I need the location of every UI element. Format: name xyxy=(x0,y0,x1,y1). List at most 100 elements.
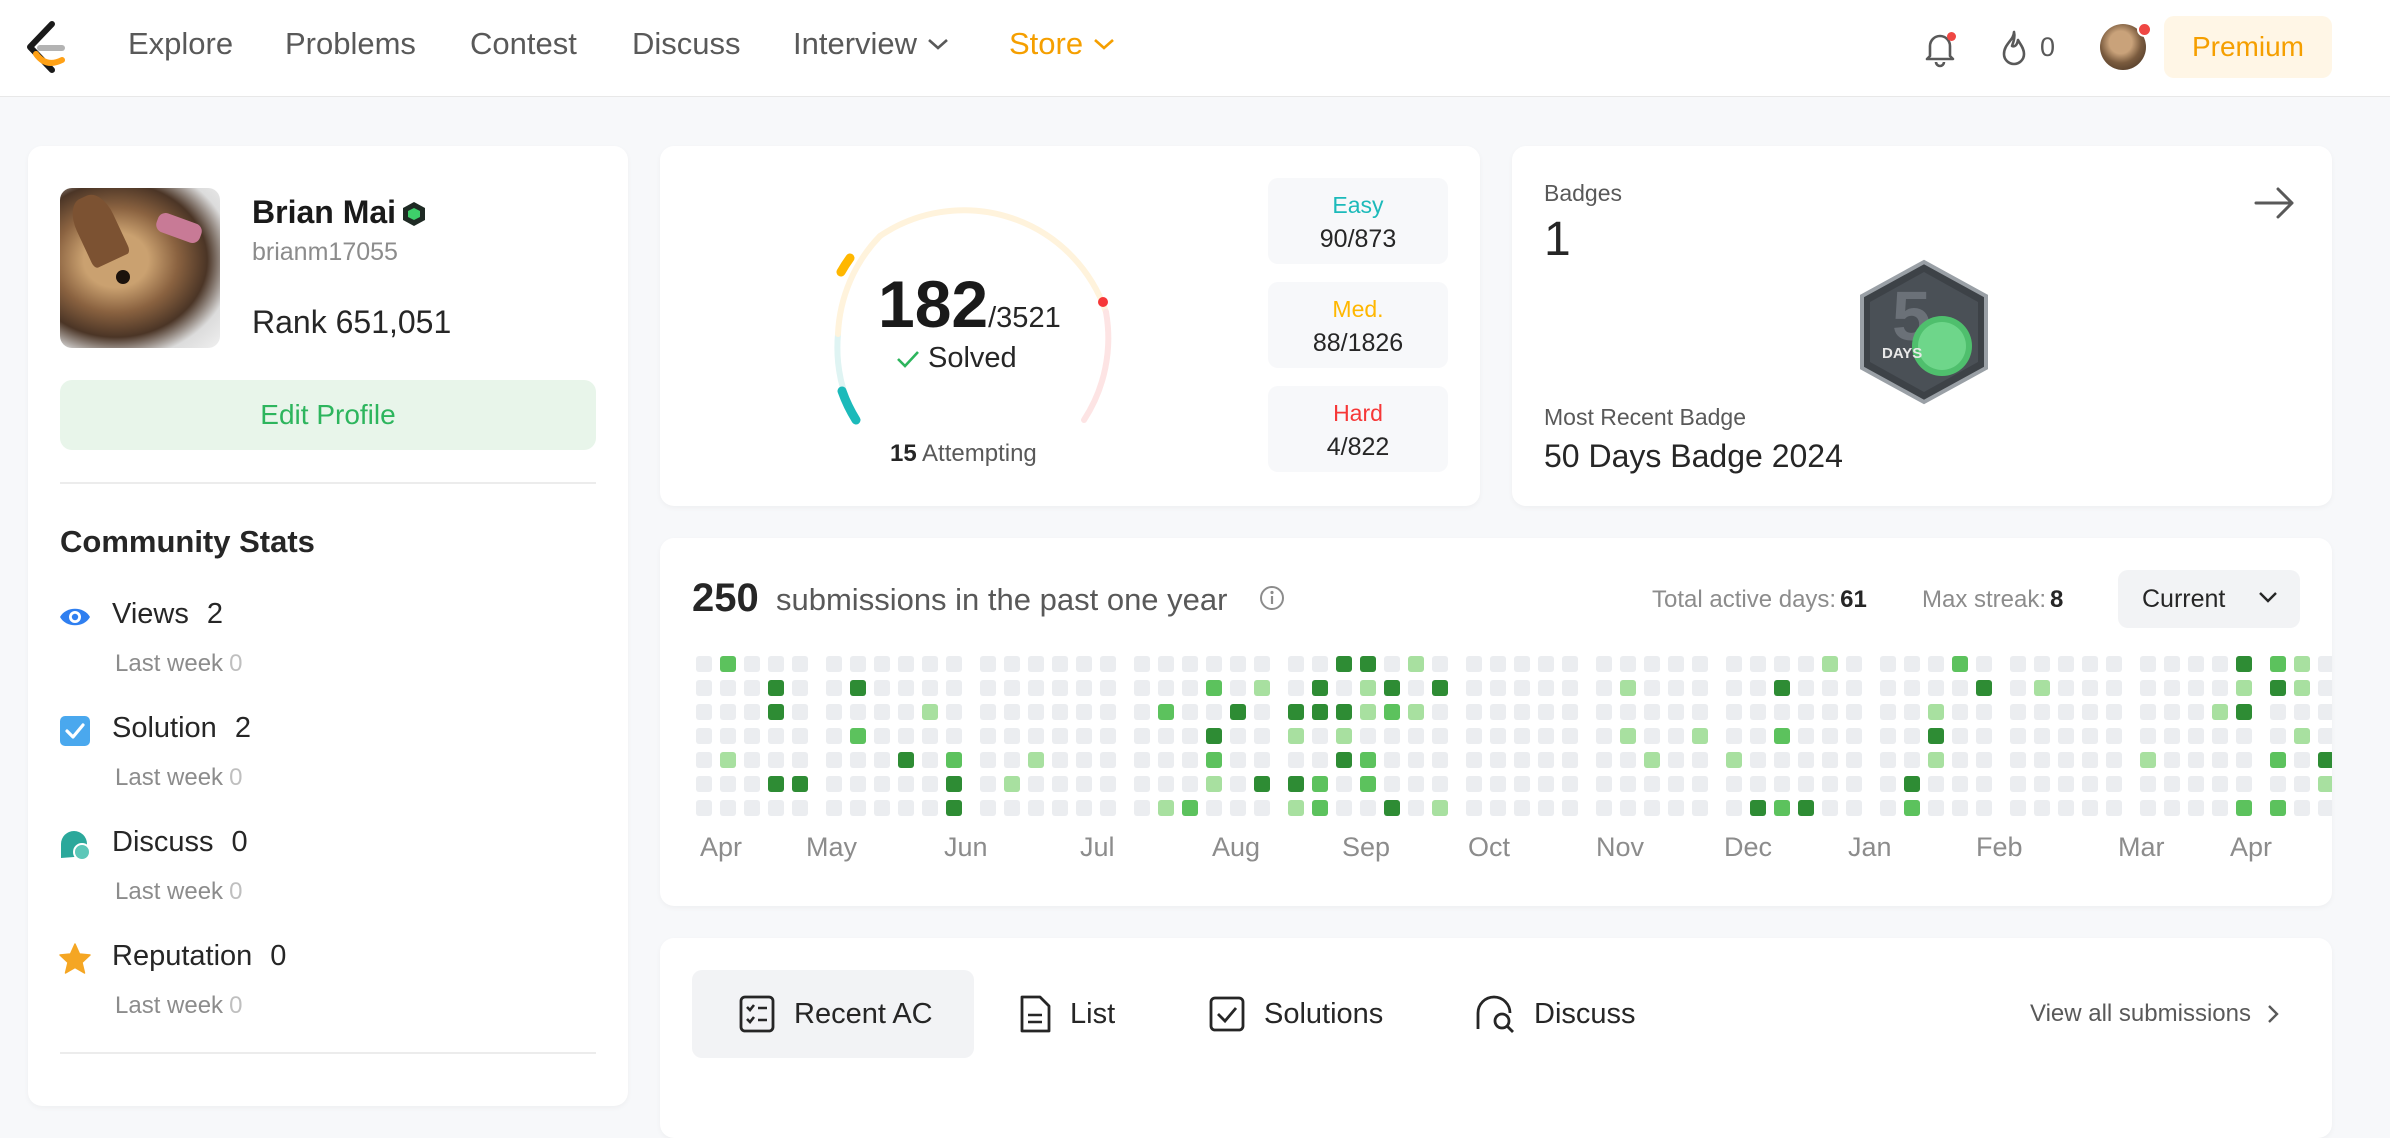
heatmap-cell[interactable] xyxy=(2058,776,2074,792)
heatmap-cell[interactable] xyxy=(874,752,890,768)
heatmap-cell[interactable] xyxy=(2164,728,2180,744)
heatmap-cell[interactable] xyxy=(1134,680,1150,696)
heatmap-cell[interactable] xyxy=(696,704,712,720)
heatmap-cell[interactable] xyxy=(980,728,996,744)
heatmap-cell[interactable] xyxy=(2294,776,2310,792)
heatmap-cell[interactable] xyxy=(1432,656,1448,672)
heatmap-cell[interactable] xyxy=(2106,680,2122,696)
heatmap-cell[interactable] xyxy=(1514,752,1530,768)
heatmap-cell[interactable] xyxy=(2058,752,2074,768)
heatmap-cell[interactable] xyxy=(1726,728,1742,744)
heatmap-cell[interactable] xyxy=(768,728,784,744)
heatmap-cell[interactable] xyxy=(1336,704,1352,720)
heatmap-cell[interactable] xyxy=(898,800,914,816)
heatmap-cell[interactable] xyxy=(1798,656,1814,672)
heatmap-cell[interactable] xyxy=(2188,728,2204,744)
heatmap-cell[interactable] xyxy=(1134,656,1150,672)
heatmap-cell[interactable] xyxy=(792,656,808,672)
heatmap-cell[interactable] xyxy=(2140,800,2156,816)
heatmap-cell[interactable] xyxy=(1312,656,1328,672)
heatmap-cell[interactable] xyxy=(1798,776,1814,792)
heatmap-cell[interactable] xyxy=(2106,752,2122,768)
heatmap-cell[interactable] xyxy=(1644,680,1660,696)
heatmap-cell[interactable] xyxy=(2140,776,2156,792)
heatmap-cell[interactable] xyxy=(1384,656,1400,672)
heatmap-cell[interactable] xyxy=(1028,776,1044,792)
heatmap-cell[interactable] xyxy=(1952,656,1968,672)
heatmap-cell[interactable] xyxy=(792,680,808,696)
heatmap-cell[interactable] xyxy=(1798,680,1814,696)
heatmap-cell[interactable] xyxy=(1904,704,1920,720)
heatmap-cell[interactable] xyxy=(922,680,938,696)
heatmap-cell[interactable] xyxy=(1514,704,1530,720)
heatmap-cell[interactable] xyxy=(826,752,842,768)
heatmap-cell[interactable] xyxy=(1692,776,1708,792)
heatmap-cell[interactable] xyxy=(2188,776,2204,792)
heatmap-cell[interactable] xyxy=(1254,728,1270,744)
heatmap-cell[interactable] xyxy=(744,776,760,792)
heatmap-cell[interactable] xyxy=(1312,776,1328,792)
heatmap-cell[interactable] xyxy=(1692,728,1708,744)
heatmap-cell[interactable] xyxy=(1490,728,1506,744)
heatmap-cell[interactable] xyxy=(1846,704,1862,720)
heatmap-cell[interactable] xyxy=(2010,680,2026,696)
heatmap-cell[interactable] xyxy=(1384,728,1400,744)
heatmap-cell[interactable] xyxy=(720,680,736,696)
heatmap-cell[interactable] xyxy=(720,728,736,744)
heatmap-cell[interactable] xyxy=(1822,680,1838,696)
heatmap-cell[interactable] xyxy=(1134,704,1150,720)
heatmap-cell[interactable] xyxy=(1538,680,1554,696)
heatmap-cell[interactable] xyxy=(1336,656,1352,672)
heatmap-cell[interactable] xyxy=(1336,800,1352,816)
heatmap-cell[interactable] xyxy=(696,680,712,696)
heatmap-cell[interactable] xyxy=(768,656,784,672)
heatmap-cell[interactable] xyxy=(1254,704,1270,720)
heatmap-cell[interactable] xyxy=(696,728,712,744)
heatmap-cell[interactable] xyxy=(1158,752,1174,768)
heatmap-cell[interactable] xyxy=(1100,704,1116,720)
heatmap-cell[interactable] xyxy=(826,680,842,696)
heatmap-cell[interactable] xyxy=(1360,776,1376,792)
heatmap-cell[interactable] xyxy=(1750,776,1766,792)
heatmap-cell[interactable] xyxy=(1798,728,1814,744)
heatmap-cell[interactable] xyxy=(792,704,808,720)
heatmap-cell[interactable] xyxy=(768,776,784,792)
nav-discuss[interactable]: Discuss xyxy=(632,26,741,62)
heatmap-cell[interactable] xyxy=(1726,704,1742,720)
heatmap-cell[interactable] xyxy=(1076,656,1092,672)
heatmap-cell[interactable] xyxy=(1230,680,1246,696)
heatmap-cell[interactable] xyxy=(1774,680,1790,696)
heatmap-cell[interactable] xyxy=(1668,656,1684,672)
heatmap-cell[interactable] xyxy=(1976,680,1992,696)
heatmap-cell[interactable] xyxy=(1230,728,1246,744)
heatmap-cell[interactable] xyxy=(1644,752,1660,768)
heatmap-cell[interactable] xyxy=(1230,704,1246,720)
nav-contest[interactable]: Contest xyxy=(470,26,577,62)
heatmap-cell[interactable] xyxy=(1846,656,1862,672)
heatmap-cell[interactable] xyxy=(1880,728,1896,744)
heatmap-cell[interactable] xyxy=(1514,656,1530,672)
heatmap-cell[interactable] xyxy=(1408,752,1424,768)
heatmap-cell[interactable] xyxy=(1880,752,1896,768)
heatmap-cell[interactable] xyxy=(1158,656,1174,672)
heatmap-cell[interactable] xyxy=(2034,728,2050,744)
heatmap-cell[interactable] xyxy=(826,776,842,792)
heatmap-cell[interactable] xyxy=(1336,728,1352,744)
heatmap-cell[interactable] xyxy=(2058,800,2074,816)
heatmap-cell[interactable] xyxy=(1182,704,1198,720)
heatmap-cell[interactable] xyxy=(850,776,866,792)
heatmap-cell[interactable] xyxy=(768,800,784,816)
heatmap-cell[interactable] xyxy=(1336,776,1352,792)
heatmap-cell[interactable] xyxy=(1750,728,1766,744)
heatmap-cell[interactable] xyxy=(980,776,996,792)
flame-icon[interactable] xyxy=(1996,28,2032,68)
heatmap-cell[interactable] xyxy=(1360,656,1376,672)
heatmap-cell[interactable] xyxy=(1206,656,1222,672)
heatmap-cell[interactable] xyxy=(1206,752,1222,768)
heatmap-cell[interactable] xyxy=(1490,704,1506,720)
heatmap-cell[interactable] xyxy=(720,704,736,720)
heatmap-cell[interactable] xyxy=(1206,776,1222,792)
heatmap-cell[interactable] xyxy=(874,656,890,672)
heatmap-cell[interactable] xyxy=(1976,776,1992,792)
heatmap-cell[interactable] xyxy=(2082,680,2098,696)
